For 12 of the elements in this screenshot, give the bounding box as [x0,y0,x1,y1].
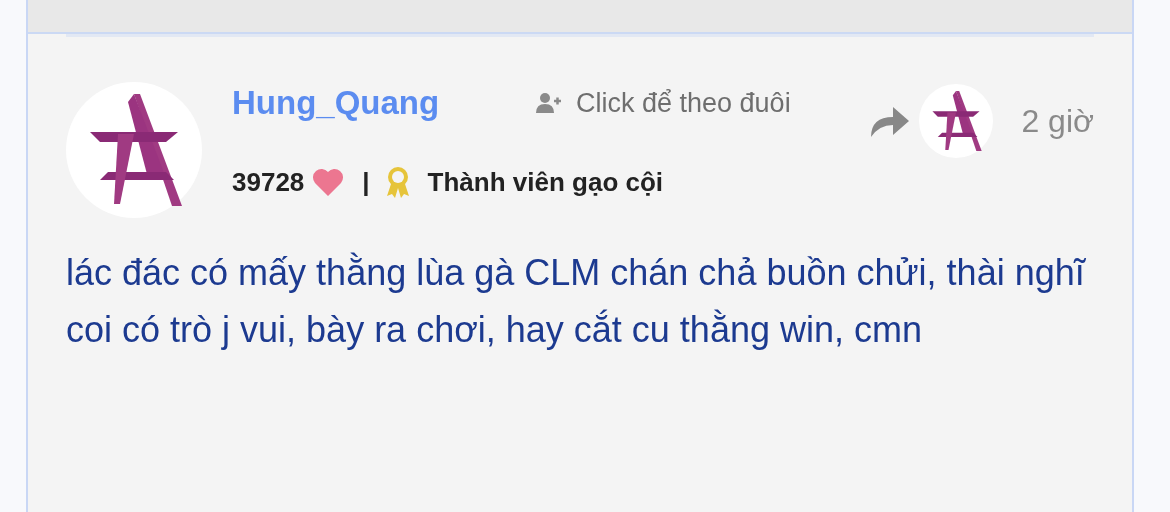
post-text: lác đác có mấy thằng lùa gà CLM chán chả buồn chửi, thài nghĩ coi có trò j vui, bày ra chơi, hay cắt cu thằng win, cmn [66,251,1087,352]
like-count: 39728 [232,165,305,199]
follow-link[interactable]: Click để theo đuôi [576,82,791,124]
award-icon [385,166,410,198]
add-user-icon[interactable] [536,92,562,114]
logo-icon [930,91,983,151]
author-name[interactable]: Hung_Quang [232,78,536,128]
share-icon[interactable] [871,105,910,137]
post-time: 2 giờ [1021,102,1094,141]
heart-icon [312,168,345,196]
separator: | [362,165,370,199]
member-rank: Thành viên gạo cội [427,165,664,199]
